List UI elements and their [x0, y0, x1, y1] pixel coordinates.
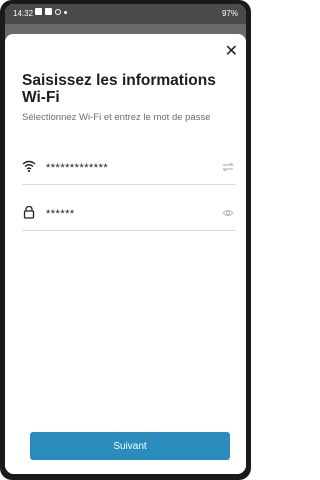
lock-icon [23, 205, 35, 219]
status-bar: 14:32 97% [5, 4, 246, 24]
screen: 14:32 97% ✕ Saisissez les informations W… [5, 4, 246, 474]
password-field[interactable]: ****** [22, 196, 236, 231]
notification-app-icon [45, 8, 52, 15]
wifi-icon [22, 160, 36, 173]
next-button[interactable]: Suivant [30, 432, 230, 460]
dialog-subtitle: Sélectionnez Wi-Fi et entrez le mot de p… [22, 112, 211, 123]
wifi-network-field[interactable]: ************* [22, 150, 236, 185]
dialog-title: Saisissez les informations Wi-Fi [22, 72, 216, 106]
notification-image-icon [35, 8, 42, 15]
notification-icons [35, 8, 67, 15]
close-icon[interactable]: ✕ [225, 44, 238, 60]
status-battery: 97% [221, 9, 238, 18]
wifi-dialog: ✕ Saisissez les informations Wi-Fi Sélec… [5, 34, 246, 474]
swap-icon[interactable] [222, 161, 234, 173]
status-time: 14:32 [13, 9, 34, 18]
eye-icon[interactable] [222, 207, 234, 219]
notification-dot-icon [64, 11, 67, 14]
notification-sync-icon [55, 8, 61, 15]
password-value: ****** [46, 208, 75, 220]
wifi-network-value: ************* [46, 162, 109, 174]
device-frame: 14:32 97% ✕ Saisissez les informations W… [0, 0, 251, 480]
